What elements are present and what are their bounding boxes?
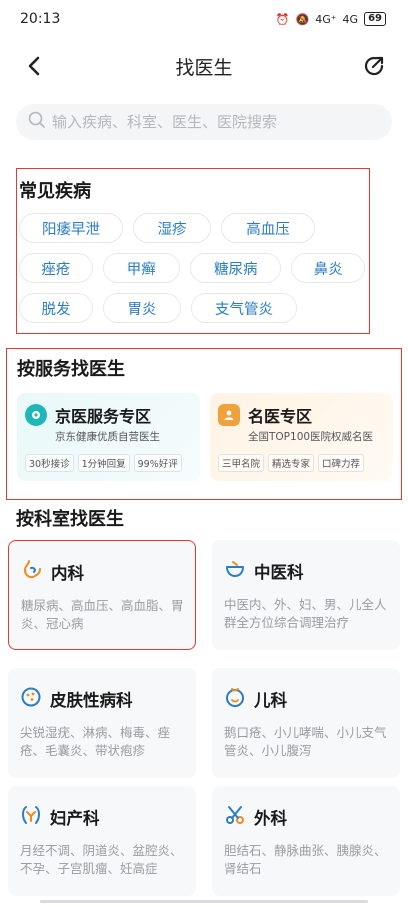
- page-title: 找医生: [175, 56, 233, 79]
- scissors-icon: [224, 804, 246, 830]
- skin-icon: [20, 686, 42, 712]
- chip-row: 脱发 胃炎 支气管炎: [19, 293, 365, 323]
- department-title: 按科室找医生: [16, 509, 124, 530]
- service-title: 按服务找医生: [17, 359, 125, 380]
- dept-desc: 鹅口疮、小儿哮喘、小儿支气管炎、小儿腹泻: [224, 725, 387, 758]
- child-face-icon: [224, 686, 246, 712]
- signal-icon-1: 4G⁺: [315, 12, 337, 26]
- back-icon[interactable]: [18, 50, 50, 82]
- dept-name: 皮肤性病科: [50, 691, 133, 710]
- service-cards: 京医服务专区 京东健康优质自营医生 30秒接诊 1分钟回复 99%好评 名医专区…: [17, 393, 393, 481]
- dept-head: 内科: [21, 559, 185, 585]
- dept-desc: 月经不调、阴道炎、盆腔炎、不孕、子宫肌瘤、妊高症: [20, 843, 183, 876]
- disease-chip[interactable]: 支气管炎: [191, 293, 297, 323]
- chip-row: 痤疮 甲癣 糖尿病 鼻炎: [19, 253, 365, 283]
- disease-chip[interactable]: 脱发: [19, 293, 93, 323]
- dept-desc: 尖锐湿疣、淋病、梅毒、痤疮、毛囊炎、带状疱疹: [20, 725, 171, 758]
- search-box[interactable]: [16, 104, 392, 140]
- battery-icon: 69: [364, 12, 386, 26]
- svc-tag: 口碑力荐: [318, 454, 365, 472]
- dept-name: 内科: [51, 564, 84, 583]
- dept-head: 皮肤性病科: [20, 686, 186, 712]
- stomach-icon: [21, 559, 43, 585]
- signal-icon-2: 4G: [342, 12, 359, 26]
- svc-sub: 京东健康优质自营医生: [55, 431, 160, 443]
- home-indicator: [40, 900, 368, 903]
- dept-desc: 胆结石、静脉曲张、胰腺炎、肾结石: [224, 843, 387, 876]
- svc-name: 名医专区: [248, 407, 313, 426]
- disease-chip[interactable]: 湿疹: [133, 213, 211, 243]
- svc-tag: 99%好评: [133, 454, 182, 472]
- dept-desc: 中医内、外、妇、男、儿全人群全方位综合调理治疗: [224, 597, 387, 630]
- uterus-icon: [20, 804, 42, 830]
- doctor-icon: [218, 404, 240, 426]
- status-time: 20:13: [20, 11, 61, 27]
- svc-tag: 30秒接诊: [25, 454, 74, 472]
- status-bar: 20:13 ⏰ 🔕 4G⁺ 4G 69: [0, 0, 408, 38]
- dept-name: 儿科: [254, 691, 287, 710]
- dept-internal-medicine[interactable]: 内科 糖尿病、高血压、高血脂、胃炎、冠心病: [8, 540, 196, 650]
- jingyi-service-card[interactable]: 京医服务专区 京东健康优质自营医生 30秒接诊 1分钟回复 99%好评: [17, 393, 200, 481]
- svc-head: 名医专区: [218, 403, 387, 427]
- common-diseases-title: 常见疾病: [19, 181, 91, 202]
- disease-chip[interactable]: 甲癣: [102, 253, 181, 283]
- dept-desc: 糖尿病、高血压、高血脂、胃炎、冠心病: [21, 598, 184, 631]
- dept-name: 外科: [254, 809, 287, 828]
- svc-sub: 全国TOP100医院权威名医: [248, 431, 374, 443]
- svc-tags: 30秒接诊 1分钟回复 99%好评: [25, 454, 194, 472]
- dept-pediatrics[interactable]: 儿科 鹅口疮、小儿哮喘、小儿支气管炎、小儿腹泻: [212, 668, 400, 778]
- dept-head: 外科: [224, 804, 390, 830]
- nav-bar: 找医生: [0, 38, 408, 94]
- disease-chip[interactable]: 胃炎: [103, 293, 181, 323]
- svc-tag: 精选专家: [268, 454, 315, 472]
- svc-tag: 1分钟回复: [77, 454, 130, 472]
- chip-row: 阳痿早泄 湿疹 高血压: [19, 213, 365, 243]
- svc-name: 京医服务专区: [55, 407, 152, 426]
- herbal-bowl-icon: [224, 558, 246, 584]
- dept-obstetrics-gynecology[interactable]: 妇产科 月经不调、阴道炎、盆腔炎、不孕、子宫肌瘤、妊高症: [8, 786, 196, 896]
- dept-surgery[interactable]: 外科 胆结石、静脉曲张、胰腺炎、肾结石: [212, 786, 400, 896]
- chat-icon: [25, 404, 47, 426]
- svc-tags: 三甲名院 精选专家 口碑力荐: [218, 454, 387, 472]
- dept-name: 妇产科: [50, 809, 100, 828]
- mute-icon: 🔕: [295, 12, 310, 26]
- famous-doctor-card[interactable]: 名医专区 全国TOP100医院权威名医 三甲名院 精选专家 口碑力荐: [210, 393, 393, 481]
- dept-tcm[interactable]: 中医科 中医内、外、妇、男、儿全人群全方位综合调理治疗: [212, 540, 400, 650]
- common-diseases-section: 常见疾病 阳痿早泄 湿疹 高血压 痤疮 甲癣 糖尿病 鼻炎 脱发 胃炎 支气管炎: [16, 168, 370, 334]
- dept-name: 中医科: [254, 563, 304, 582]
- disease-chip[interactable]: 阳痿早泄: [19, 213, 123, 243]
- alarm-icon: ⏰: [275, 12, 290, 26]
- search-wrap: [0, 94, 408, 140]
- search-input[interactable]: [52, 113, 380, 131]
- svc-head: 京医服务专区: [25, 403, 194, 427]
- dept-head: 中医科: [224, 558, 390, 584]
- share-icon[interactable]: [358, 50, 390, 82]
- dept-head: 儿科: [224, 686, 390, 712]
- search-icon: [28, 111, 46, 133]
- svc-tag: 三甲名院: [218, 454, 265, 472]
- disease-chip[interactable]: 痤疮: [19, 253, 93, 283]
- disease-chip[interactable]: 高血压: [221, 213, 315, 243]
- disease-chip[interactable]: 糖尿病: [190, 253, 282, 283]
- disease-chip[interactable]: 鼻炎: [291, 253, 365, 283]
- dept-head: 妇产科: [20, 804, 186, 830]
- status-icons: ⏰ 🔕 4G⁺ 4G 69: [276, 12, 386, 26]
- service-section: 按服务找医生 京医服务专区 京东健康优质自营医生 30秒接诊 1分钟回复 99%…: [6, 348, 402, 500]
- dept-dermatology[interactable]: 皮肤性病科 尖锐湿疣、淋病、梅毒、痤疮、毛囊炎、带状疱疹: [8, 668, 196, 778]
